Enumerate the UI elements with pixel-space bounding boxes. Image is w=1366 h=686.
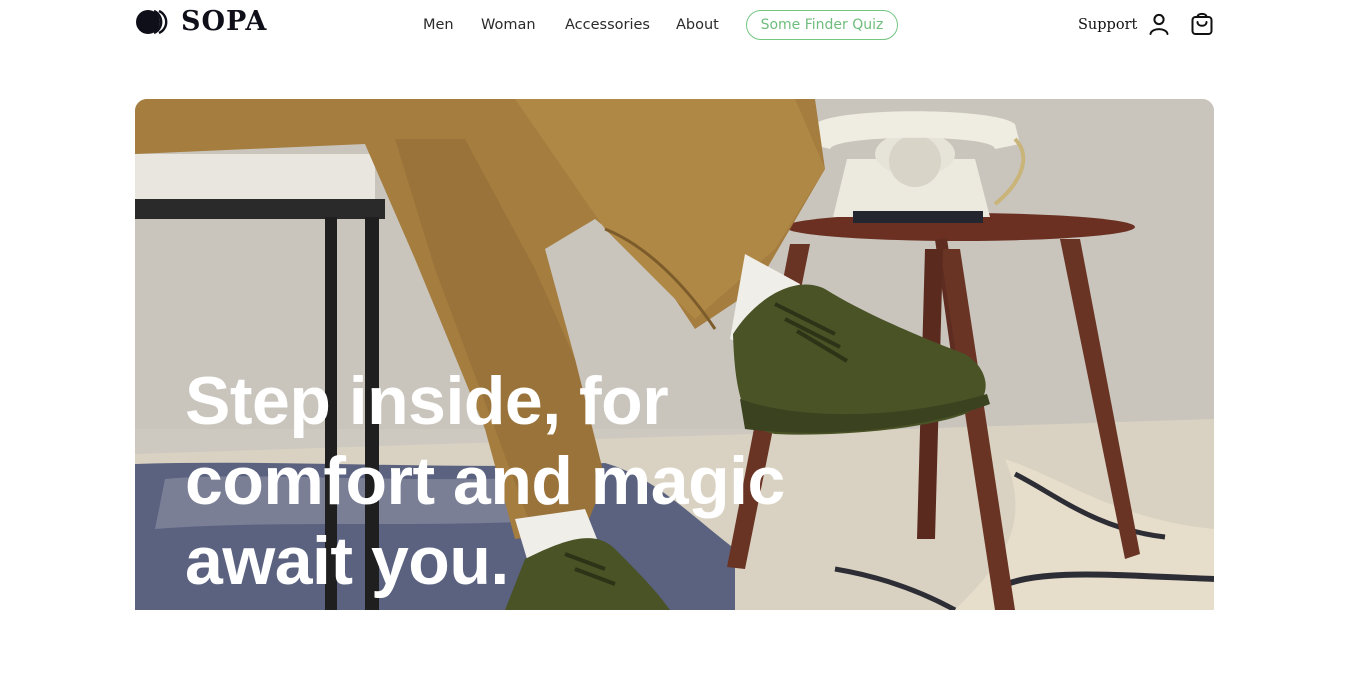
hero-banner: Step inside, for comfort and magic await… [135, 99, 1214, 610]
support-link[interactable]: Support [1078, 10, 1137, 40]
nav-men[interactable]: Men [423, 10, 454, 40]
nav-woman[interactable]: Woman [481, 10, 536, 40]
account-button[interactable] [1146, 11, 1172, 37]
brand-logo[interactable]: SOPA [135, 6, 268, 37]
finder-quiz-button[interactable]: Some Finder Quiz [746, 10, 898, 40]
logo-icon [136, 9, 168, 35]
user-icon [1149, 13, 1169, 35]
headline-line-3: await you. [185, 523, 509, 599]
shopping-bag-icon [1191, 12, 1213, 35]
site-header: SOPA Men Woman Accessories About Some Fi… [0, 0, 1366, 50]
hero-headline: Step inside, for comfort and magic await… [185, 361, 865, 601]
headline-line-1: Step inside, for [185, 363, 669, 439]
brand-name: SOPA [181, 6, 268, 37]
headline-line-2: comfort and magic [185, 443, 785, 519]
nav-accessories[interactable]: Accessories [565, 10, 650, 40]
cart-button[interactable] [1189, 11, 1215, 37]
nav-about[interactable]: About [676, 10, 719, 40]
